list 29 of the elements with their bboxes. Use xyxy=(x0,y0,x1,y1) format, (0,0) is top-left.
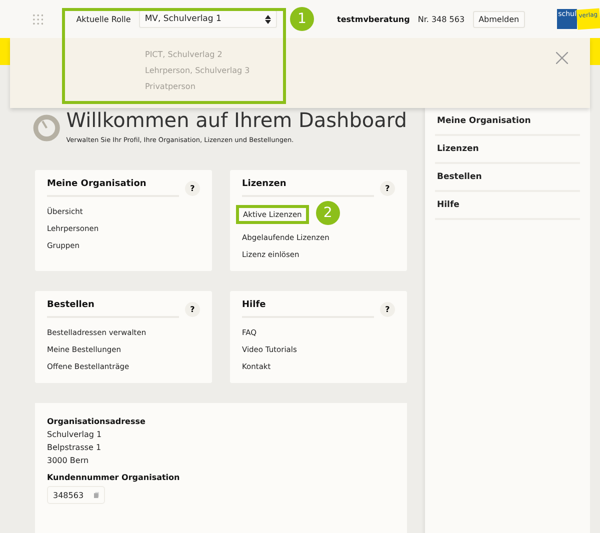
sort-caret-icon xyxy=(265,14,272,24)
card-title: Meine Organisation xyxy=(47,179,179,197)
address-line: Schulverlag 1 xyxy=(47,430,103,439)
address-heading: Organisationsadresse xyxy=(47,417,146,426)
step-badge: 2 xyxy=(316,201,340,225)
sidebar-item[interactable]: Lizenzen xyxy=(435,136,580,164)
close-icon[interactable] xyxy=(556,52,568,64)
customer-number: Nr. 348 563 xyxy=(418,14,465,24)
copy-icon[interactable] xyxy=(94,490,99,500)
apps-grid-icon[interactable] xyxy=(33,14,44,24)
help-button[interactable]: ? xyxy=(185,302,200,316)
address-line: Belpstrasse 1 xyxy=(47,443,102,452)
role-label: Aktuelle Rolle xyxy=(76,14,131,24)
help-button[interactable]: ? xyxy=(380,180,395,196)
address-line: 3000 Bern xyxy=(47,456,90,465)
username: testmvberatung xyxy=(337,14,410,24)
page-title: Willkommen auf Ihrem Dashboard xyxy=(66,108,407,132)
card-title: Bestellen xyxy=(47,300,179,318)
logout-button[interactable]: Abmelden xyxy=(472,10,526,28)
sidebar-item[interactable]: Meine Organisation xyxy=(435,108,580,136)
help-button[interactable]: ? xyxy=(380,302,395,316)
card-title: Lizenzen xyxy=(242,179,374,197)
help-button[interactable]: ? xyxy=(185,180,200,196)
role-select[interactable]: MV, Schulverlag 1 xyxy=(138,10,278,28)
customer-number-field[interactable]: 348563 xyxy=(47,486,105,504)
customer-number-heading: Kundennummer Organisation xyxy=(47,473,181,482)
sidebar-item[interactable]: Bestellen xyxy=(435,164,580,192)
sidebar-item[interactable]: Hilfe xyxy=(435,192,580,220)
card-title: Hilfe xyxy=(242,300,374,318)
